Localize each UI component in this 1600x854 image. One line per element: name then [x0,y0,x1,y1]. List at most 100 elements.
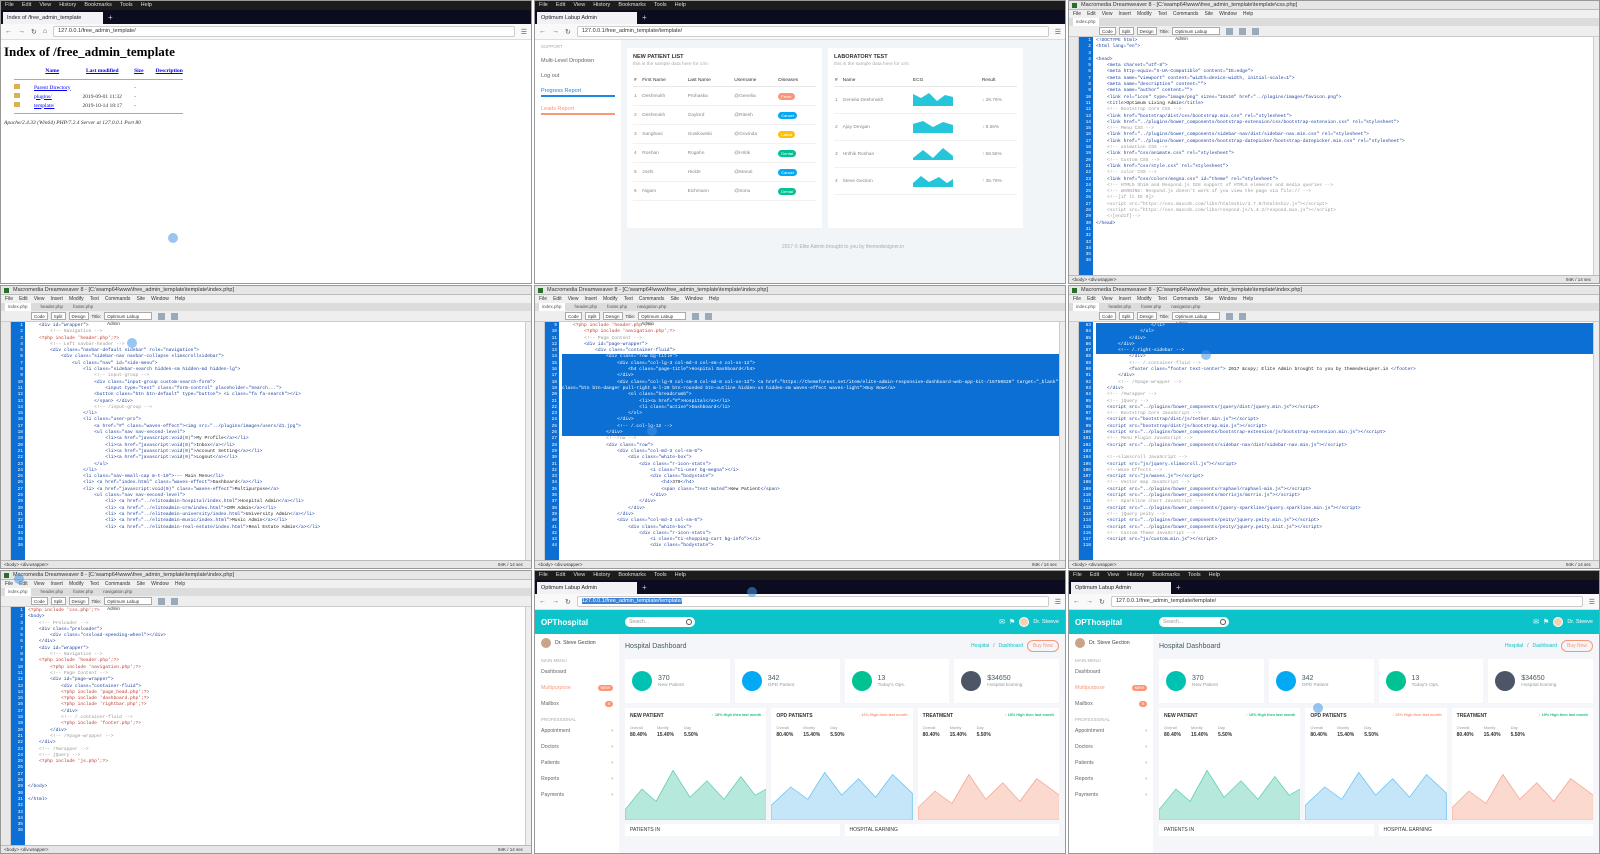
menu-help[interactable]: Help [175,295,185,303]
sidebar-item-payments[interactable]: Payments › [1075,792,1147,798]
toolbar-icon[interactable] [158,597,166,605]
menu-help[interactable]: Help [675,571,686,580]
sidebar-user[interactable]: Dr. Steve Gection [541,638,613,648]
logo[interactable]: OPThospital [1075,618,1149,627]
menu-text[interactable]: Text [1158,295,1167,303]
menu-icon[interactable]: ☰ [521,28,527,36]
menu-file[interactable]: File [5,1,14,10]
doc-tab[interactable]: header.php [41,303,64,311]
template-link[interactable]: template/ [34,103,54,109]
back-icon[interactable]: ← [539,28,546,35]
menu-edit[interactable]: Edit [22,1,31,10]
menu-site[interactable]: Site [136,580,145,588]
sidebar-item-doctors[interactable]: Doctors › [1075,744,1147,750]
menu-commands[interactable]: Commands [639,295,665,303]
code-editor[interactable]: </li> </ul> </div> </div> <!-- /.right-s… [1093,322,1593,560]
doc-tab[interactable]: footer.php [607,303,627,311]
title-input[interactable]: Optimum Labup Admin [104,597,153,611]
code-view-button[interactable]: Code [1099,27,1116,35]
menu-bookmarks[interactable]: Bookmarks [618,571,646,580]
menu-site[interactable]: Site [136,295,145,303]
sidebar-item-appointment[interactable]: Appointment › [1075,728,1147,734]
vertical-scrollbar[interactable] [525,607,531,845]
tag-selector[interactable]: <body> <div.wrapper> [538,561,582,568]
doc-tab[interactable]: header.php [575,303,598,311]
reload-icon[interactable]: ↻ [31,28,37,36]
menu-history[interactable]: History [593,571,610,580]
sidebar-item-appointment[interactable]: Appointment › [541,728,613,734]
tag-selector[interactable]: <body> <div.wrapper> [1072,276,1116,283]
title-input[interactable]: Optimum Labup Admin [104,312,153,326]
vertical-scrollbar[interactable] [1593,322,1599,560]
user-menu[interactable]: ✉ ⚑ Dr. Steeve [999,617,1059,627]
toolbar-icon[interactable] [171,597,179,605]
doc-tab[interactable]: footer.php [73,588,93,596]
menu-file[interactable]: File [539,1,548,10]
menu-bookmarks[interactable]: Bookmarks [84,1,112,10]
col-size[interactable]: Size [128,66,149,76]
tab-index[interactable]: Index of /free_admin_template [3,12,103,24]
sidebar-item-reports[interactable]: Reports › [1075,776,1147,782]
buy-now-button[interactable]: Buy Now [1560,640,1593,652]
sidebar-item-progress[interactable]: Progress Report [541,88,615,97]
menu-site[interactable]: Site [1204,10,1213,18]
split-view-button[interactable]: Split [1118,312,1134,320]
new-tab-button[interactable]: + [637,12,652,24]
design-view-button[interactable]: Design [1136,312,1157,320]
split-view-button[interactable]: Split [1118,27,1134,35]
menu-file[interactable]: File [1073,10,1081,18]
sidebar-item-leads[interactable]: Leads Report [541,106,615,115]
sidebar-user[interactable]: Dr. Steve Gection [1075,638,1147,648]
user-menu[interactable]: ✉ ⚑ Dr. Steeve [1533,617,1593,627]
menu-window[interactable]: Window [151,580,169,588]
menu-help[interactable]: Help [175,580,185,588]
reload-icon[interactable]: ↻ [565,28,571,36]
search-input[interactable]: Search... [625,617,695,627]
code-editor[interactable]: <div id="wrapper"> <!-- Navigation --> <… [25,322,525,560]
breadcrumb-hospital[interactable]: Hospital [971,643,989,649]
doc-tab[interactable]: navigation.php [103,588,132,596]
code-editor[interactable]: <!DOCTYPE html> <html lang="en"> <head> … [1093,37,1593,275]
menu-site[interactable]: Site [1204,295,1213,303]
url-field[interactable]: 127.0.0.1/free_admin_template/template/ [576,596,1049,607]
tag-selector[interactable]: <body> <div.wrapper> [1072,561,1116,568]
menu-view[interactable]: View [1102,10,1113,18]
menu-commands[interactable]: Commands [1173,10,1199,18]
code-view-button[interactable]: Code [31,597,48,605]
tag-selector[interactable]: <body> <div.wrapper> [4,561,48,568]
menu-file[interactable]: File [539,571,548,580]
toolbar-icon[interactable] [692,312,700,320]
menu-modify[interactable]: Modify [603,295,618,303]
vertical-scrollbar[interactable] [1593,37,1599,275]
menu-commands[interactable]: Commands [105,295,131,303]
menu-edit[interactable]: Edit [1087,10,1096,18]
doc-tab[interactable]: footer.php [1141,303,1161,311]
menu-icon[interactable]: ☰ [1055,598,1061,606]
vertical-scrollbar[interactable] [1059,322,1065,560]
menu-commands[interactable]: Commands [105,580,131,588]
forward-icon[interactable]: → [1086,598,1093,605]
menu-window[interactable]: Window [151,295,169,303]
menu-view[interactable]: View [568,295,579,303]
menu-insert[interactable]: Insert [1118,295,1131,303]
code-view-button[interactable]: Code [1099,312,1116,320]
menu-text[interactable]: Text [90,580,99,588]
url-field[interactable]: 127.0.0.1/free_admin_template/template/ [1110,596,1583,607]
code-editor[interactable]: <?php include 'header.php';?> <?php incl… [559,322,1059,560]
toolbar-icon[interactable] [1226,27,1234,35]
reload-icon[interactable]: ↻ [565,598,571,606]
split-view-button[interactable]: Split [50,312,66,320]
tab-hospital[interactable]: Optimum Labup Admin [537,582,637,594]
menu-view[interactable]: View [34,580,45,588]
doc-tab[interactable]: index.php [1073,18,1099,26]
code-view-button[interactable]: Code [565,312,582,320]
menu-modify[interactable]: Modify [1137,295,1152,303]
menu-text[interactable]: Text [1158,10,1167,18]
title-input[interactable]: Optimum Labup Admin [1172,27,1221,41]
menu-insert[interactable]: Insert [584,295,597,303]
sidebar-item-mailbox[interactable]: Mailbox 5 [1075,701,1147,707]
menu-insert[interactable]: Insert [1118,10,1131,18]
menu-text[interactable]: Text [90,295,99,303]
menu-insert[interactable]: Insert [50,295,63,303]
doc-tab[interactable]: navigation.php [1171,303,1200,311]
